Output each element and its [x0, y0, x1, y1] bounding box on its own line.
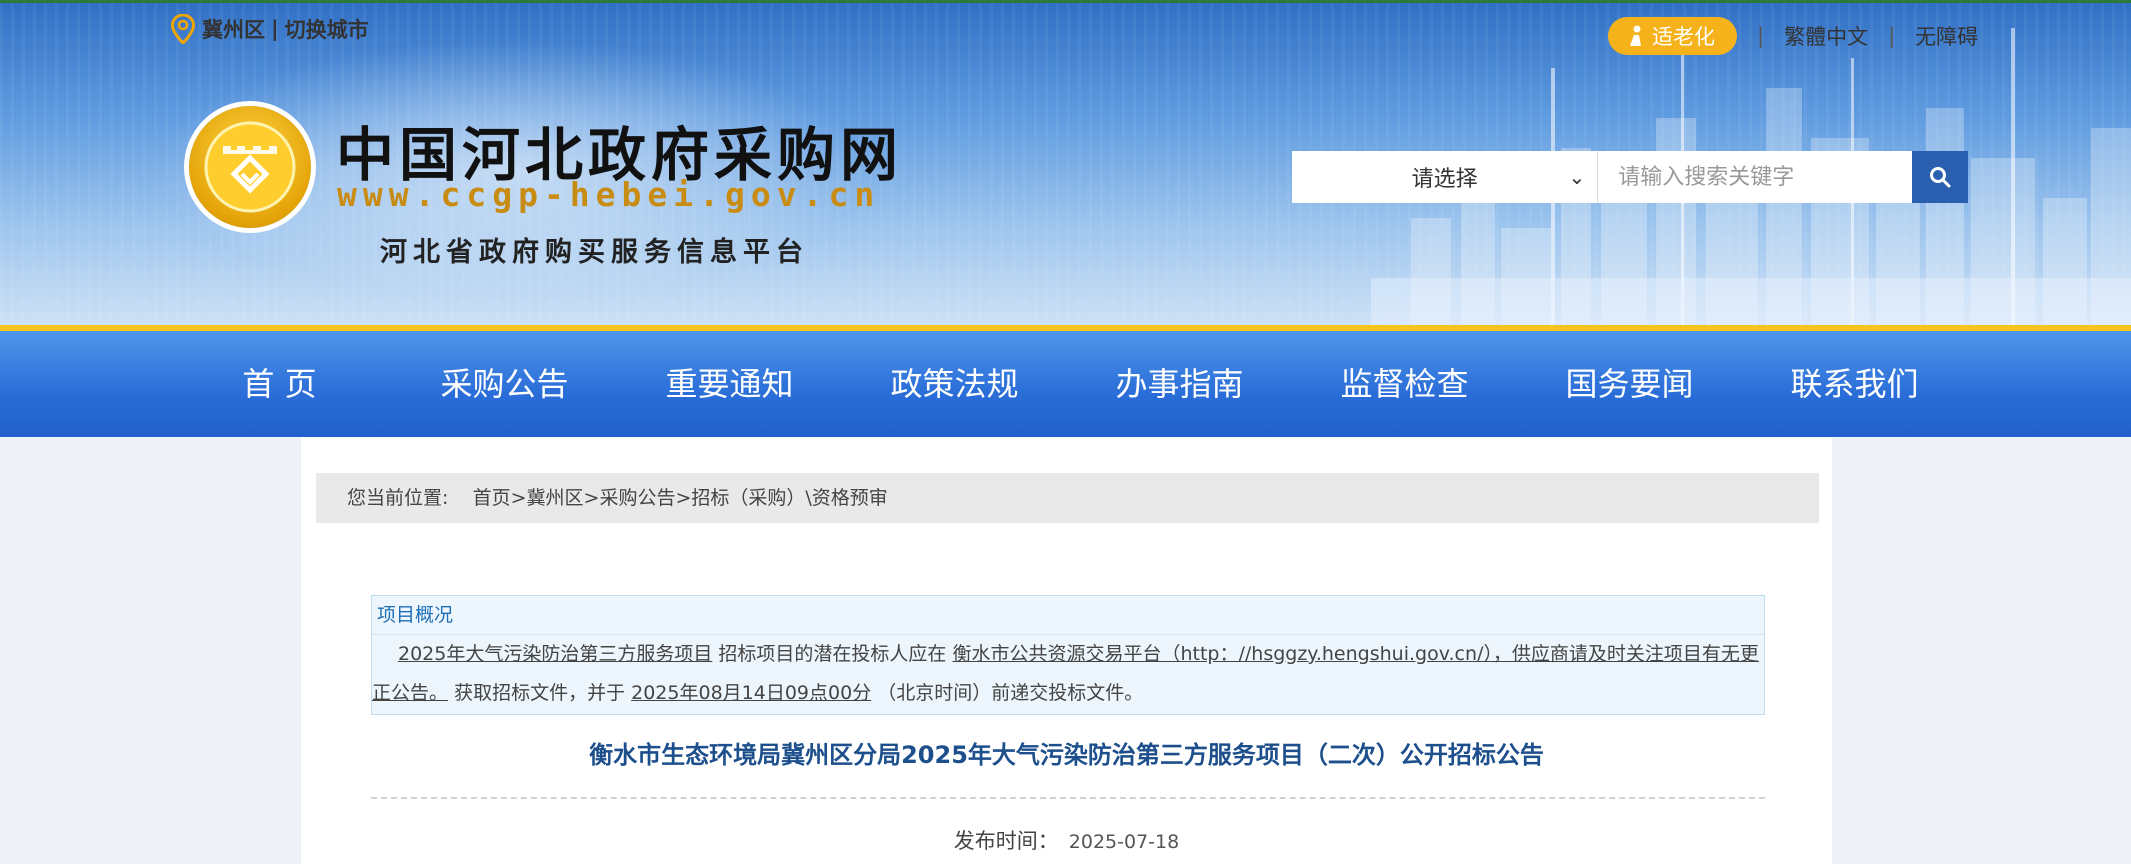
bid-deadline: 2025年08月14日09点00分 — [631, 682, 872, 704]
publish-info: 发布时间： 2025-07-18 — [301, 825, 1832, 855]
current-location: 冀州区 — [202, 18, 265, 42]
breadcrumb-home[interactable]: 首页 — [473, 487, 511, 509]
search-bar: 请选择 ⌄ — [1292, 151, 1968, 203]
overview-text: 2025年大气污染防治第三方服务项目 招标项目的潜在投标人应在 衡水市公共资源交… — [372, 635, 1764, 713]
overview-text-2: 获取招标文件，并于 — [454, 682, 626, 704]
elder-person-icon — [1630, 25, 1641, 46]
link-separator: | — [1757, 24, 1765, 48]
breadcrumb-district[interactable]: 冀州区 — [527, 487, 584, 509]
site-url: www.ccgp-hebei.gov.cn — [337, 175, 881, 214]
location-separator: | — [271, 17, 279, 41]
nav-policies[interactable]: 政策法规 — [842, 331, 1067, 437]
nav-home[interactable]: 首 页 — [167, 331, 392, 437]
top-utility-links: 适老化 | 繁體中文 | 无障碍 — [1608, 17, 1978, 55]
search-icon — [1930, 167, 1951, 188]
overview-text-3: （北京时间）前递交投标文件。 — [877, 682, 1144, 704]
link-separator: | — [1888, 24, 1896, 48]
site-logo-emblem[interactable] — [189, 106, 311, 228]
site-subtitle: 河北省政府购买服务信息平台 — [380, 237, 809, 268]
content-panel: 您当前位置: 首页>冀州区>采购公告>招标（采购）\资格预审 项目概况 2025… — [301, 437, 1832, 864]
title-divider — [371, 797, 1765, 799]
search-button[interactable] — [1912, 151, 1968, 203]
breadcrumb-current: 招标（采购）\资格预审 — [691, 487, 888, 509]
nav-contact[interactable]: 联系我们 — [1742, 331, 1967, 437]
project-overview-box: 项目概况 2025年大气污染防治第三方服务项目 招标项目的潜在投标人应在 衡水市… — [371, 595, 1765, 715]
publish-date: 2025-07-18 — [1068, 831, 1180, 853]
breadcrumb-sep: > — [583, 487, 600, 509]
project-name: 2025年大气污染防治第三方服务项目 — [398, 643, 713, 665]
accessibility-link[interactable]: 无障碍 — [1915, 21, 1978, 51]
emblem-icon — [204, 121, 296, 213]
overview-heading: 项目概况 — [372, 596, 1764, 635]
breadcrumb-notices[interactable]: 采购公告 — [599, 487, 675, 509]
nav-state-news[interactable]: 国务要闻 — [1517, 331, 1742, 437]
chevron-down-icon: ⌄ — [1568, 165, 1586, 189]
breadcrumb-sep: > — [510, 487, 527, 509]
breadcrumb-prefix: 您当前位置: — [347, 487, 449, 509]
search-category-select[interactable]: 请选择 ⌄ — [1292, 151, 1599, 203]
nav-guide[interactable]: 办事指南 — [1067, 331, 1292, 437]
top-accent-line — [0, 0, 2131, 3]
traditional-chinese-link[interactable]: 繁體中文 — [1784, 21, 1868, 51]
switch-city-link[interactable]: 切换城市 — [285, 14, 369, 44]
search-input[interactable] — [1598, 151, 1913, 203]
breadcrumb-sep: > — [675, 487, 692, 509]
search-select-value: 请选择 — [1411, 167, 1478, 192]
nav-supervision[interactable]: 监督检查 — [1292, 331, 1517, 437]
location-bar: 冀州区 | 切换城市 — [170, 14, 369, 44]
breadcrumb: 您当前位置: 首页>冀州区>采购公告>招标（采购）\资格预审 — [316, 473, 1819, 523]
location-pin-icon — [170, 14, 196, 44]
elder-mode-label: 适老化 — [1652, 25, 1715, 49]
notice-title: 衡水市生态环境局冀州区分局2025年大气污染防治第三方服务项目（二次）公开招标公… — [589, 741, 1544, 769]
publish-label: 发布时间： — [953, 829, 1059, 853]
overview-text-1: 招标项目的潜在投标人应在 — [718, 643, 947, 665]
nav-procurement-notices[interactable]: 采购公告 — [392, 331, 617, 437]
nav-important-notices[interactable]: 重要通知 — [617, 331, 842, 437]
elder-mode-button[interactable]: 适老化 — [1608, 17, 1737, 55]
main-nav: 首 页 采购公告 重要通知 政策法规 办事指南 监督检查 国务要闻 联系我们 — [0, 331, 2131, 437]
